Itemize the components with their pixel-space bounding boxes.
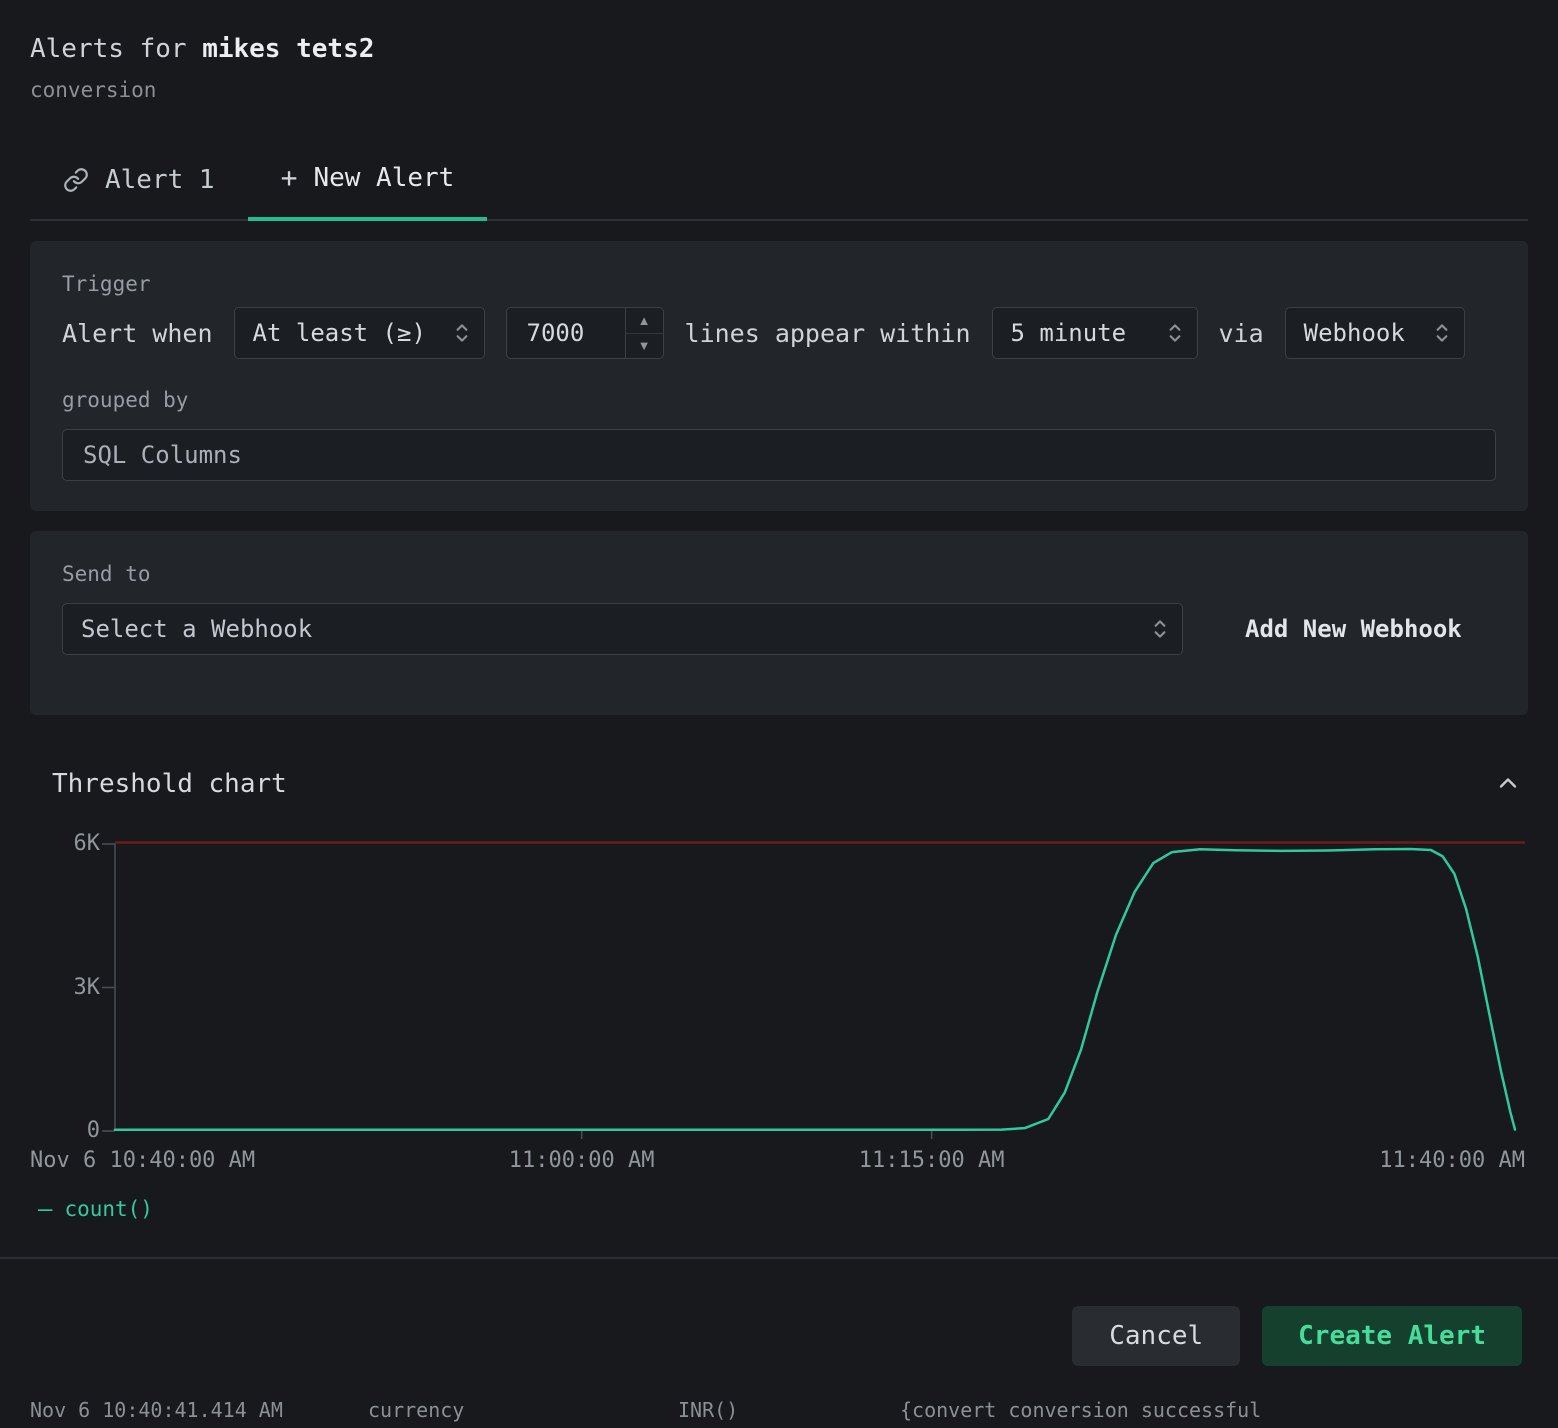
alert-when-label: Alert when [62,319,213,348]
create-alert-button[interactable]: Create Alert [1262,1306,1522,1366]
page-subtitle: conversion [30,77,1528,103]
alert-dialog: Alerts for mikes tets2 conversion Alert … [0,0,1558,1223]
x-tick-label: 11:15:00 AM [859,1147,1005,1175]
lines-within-label: lines appear within [685,319,971,348]
trigger-controls: Alert when At least (≥) ▲ ▼ lines appear… [62,307,1496,359]
webhook-select[interactable]: Select a Webhook [62,603,1183,655]
chevron-updown-icon [454,321,470,345]
threshold-chart-svg [30,839,1528,1139]
x-tick-label: Nov 6 10:40:00 AM [30,1147,255,1175]
tab-alert-1[interactable]: Alert 1 [30,143,248,221]
threshold-number-field: ▲ ▼ [506,307,664,359]
plus-icon: + [281,163,298,193]
y-tick-label: 6K [30,831,100,857]
threshold-chart-header: Threshold chart [30,767,1528,801]
trigger-panel: Trigger Alert when At least (≥) ▲ ▼ line… [30,241,1528,511]
threshold-chart-title: Threshold chart [52,767,287,801]
tab-new-alert[interactable]: + New Alert [248,143,488,221]
x-tick-label: 11:40:00 AM [1379,1147,1525,1175]
cancel-button[interactable]: Cancel [1072,1306,1240,1366]
tab-alert-1-label: Alert 1 [105,165,215,195]
clipped-log-message: {convert conversion successful [900,1398,1261,1422]
chevron-up-icon [1494,769,1522,800]
collapse-chart-button[interactable] [1494,769,1522,800]
threshold-chart: 03K6K [30,839,1528,1139]
legend-series-label: count() [64,1197,153,1221]
trigger-section-label: Trigger [62,271,1496,297]
group-by-input[interactable] [62,429,1496,481]
y-tick-label: 3K [30,975,100,1001]
stepper-down-button[interactable]: ▼ [626,333,663,359]
alert-tabs: Alert 1 + New Alert [30,143,1528,221]
legend-line-swatch: — [38,1195,52,1223]
link-icon [63,167,89,193]
x-tick-label: 11:00:00 AM [509,1147,655,1175]
condition-select-value: At least (≥) [253,319,426,347]
clipped-log-timestamp: Nov 6 10:40:41.414 AM [30,1398,283,1422]
add-new-webhook-button[interactable]: Add New Webhook [1245,615,1462,643]
dialog-header: Alerts for mikes tets2 conversion [30,0,1528,103]
send-to-label: Send to [62,561,1496,587]
series-line [115,849,1515,1130]
time-window-select-value: 5 minute [1011,319,1127,347]
time-window-select[interactable]: 5 minute [992,307,1198,359]
chevron-updown-icon [1167,321,1183,345]
clipped-log-col: INR() [678,1398,738,1422]
webhook-select-value: Select a Webhook [81,615,312,643]
page-title: Alerts for mikes tets2 [30,34,1528,65]
channel-select-value: Webhook [1304,319,1405,347]
condition-select[interactable]: At least (≥) [234,307,485,359]
chevron-updown-icon [1152,617,1168,641]
page-title-prefix: Alerts for [30,34,202,64]
clipped-log-col: currency [368,1398,464,1422]
threshold-input[interactable] [507,308,625,358]
threshold-stepper: ▲ ▼ [625,308,663,358]
dialog-footer: Cancel Create Alert [0,1257,1558,1366]
footer-buttons: Cancel Create Alert [0,1259,1558,1366]
stepper-up-button[interactable]: ▲ [626,308,663,333]
channel-select[interactable]: Webhook [1285,307,1465,359]
chart-legend: — count() [30,1195,1528,1223]
grouped-by-label: grouped by [62,387,1496,413]
page-title-source-name: mikes tets2 [202,34,374,64]
chevron-updown-icon [1434,321,1450,345]
send-to-panel: Send to Select a Webhook Add New Webhook [30,531,1528,715]
send-to-row: Select a Webhook Add New Webhook [62,603,1496,655]
tab-new-alert-label: New Alert [313,163,454,193]
via-label: via [1219,319,1264,348]
x-axis-labels: Nov 6 10:40:00 AM 11:00:00 AM 11:15:00 AM 1… [30,1147,1528,1175]
y-tick-label: 0 [30,1118,100,1144]
clipped-log-row: Nov 6 10:40:41.414 AM currency INR() {co… [0,1398,1558,1428]
